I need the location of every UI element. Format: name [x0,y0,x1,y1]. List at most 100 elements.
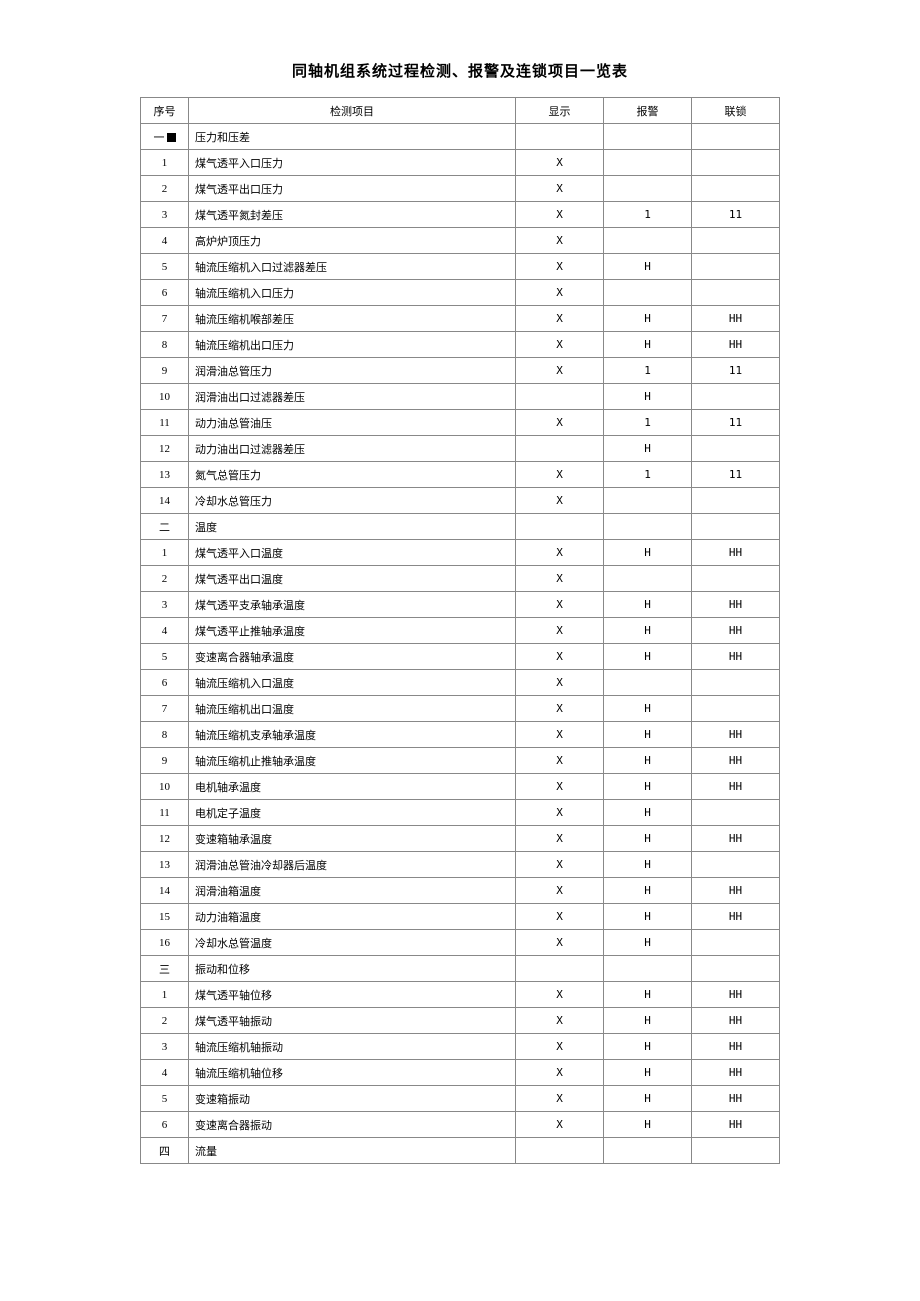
cell-item: 煤气透平入口温度 [189,540,516,566]
cell-sn: 3 [141,592,189,618]
cell-disp: X [516,176,604,202]
table-row: 6轴流压缩机入口压力X [141,280,780,306]
table-row: 5轴流压缩机入口过滤器差压XH [141,254,780,280]
cell-sn: 1 [141,982,189,1008]
cell-item: 煤气透平入口压力 [189,150,516,176]
table-row: 11动力油总管油压X111 [141,410,780,436]
table-row: 8轴流压缩机支承轴承温度XHHH [141,722,780,748]
table-row: 15动力油箱温度XHHH [141,904,780,930]
cell-disp: X [516,852,604,878]
cell-item: 氮气总管压力 [189,462,516,488]
table-row: 14冷却水总管压力X [141,488,780,514]
cell-lock [692,488,780,514]
table-row: 一压力和压差 [141,124,780,150]
cell-alarm: 1 [604,202,692,228]
cell-item: 轴流压缩机止推轴承温度 [189,748,516,774]
cell-disp: X [516,1008,604,1034]
cell-item: 轴流压缩机支承轴承温度 [189,722,516,748]
table-row: 7轴流压缩机喉部差压XHHH [141,306,780,332]
cell-sn: 12 [141,826,189,852]
cell-disp: X [516,280,604,306]
table-row: 4轴流压缩机轴位移XHHH [141,1060,780,1086]
cell-lock: HH [692,1086,780,1112]
table-row: 三振动和位移 [141,956,780,982]
inspection-table: 序号 检测项目 显示 报警 联锁 一压力和压差1煤气透平入口压力X2煤气透平出口… [140,97,780,1164]
cell-sn: 16 [141,930,189,956]
document-page: 同轴机组系统过程检测、报警及连锁项目一览表 序号 检测项目 显示 报警 联锁 一… [0,60,920,1164]
cell-lock: HH [692,982,780,1008]
cell-alarm [604,176,692,202]
cell-sn: 二 [141,514,189,540]
cell-item: 冷却水总管压力 [189,488,516,514]
cell-sn: 三 [141,956,189,982]
cell-alarm: H [604,696,692,722]
cell-disp: X [516,982,604,1008]
cell-sn: 11 [141,410,189,436]
cell-sn: 9 [141,358,189,384]
cell-lock [692,670,780,696]
cell-lock [692,930,780,956]
cell-lock: 11 [692,410,780,436]
cell-sn: 14 [141,488,189,514]
table-row: 12动力油出口过滤器差压H [141,436,780,462]
cell-item: 轴流压缩机出口压力 [189,332,516,358]
cell-alarm: H [604,436,692,462]
cell-sn: 1 [141,150,189,176]
cell-lock: HH [692,1060,780,1086]
cell-disp: X [516,696,604,722]
cell-item: 润滑油出口过滤器差压 [189,384,516,410]
cell-lock [692,1138,780,1164]
cell-alarm: H [604,384,692,410]
cell-item: 煤气透平轴振动 [189,1008,516,1034]
cell-lock [692,150,780,176]
cell-alarm: H [604,1008,692,1034]
cell-sn: 8 [141,332,189,358]
cell-sn: 14 [141,878,189,904]
cell-lock: HH [692,306,780,332]
cell-alarm: H [604,306,692,332]
cell-lock: HH [692,826,780,852]
cell-item: 压力和压差 [189,124,516,150]
cell-disp: X [516,670,604,696]
cell-disp [516,1138,604,1164]
cell-alarm [604,488,692,514]
cell-alarm: H [604,1086,692,1112]
cell-disp: X [516,774,604,800]
cell-sn: 4 [141,228,189,254]
cell-item: 变速箱轴承温度 [189,826,516,852]
cell-item: 煤气透平氮封差压 [189,202,516,228]
cell-item: 动力油总管油压 [189,410,516,436]
cell-disp: X [516,800,604,826]
table-row: 4高炉炉顶压力X [141,228,780,254]
cell-item: 振动和位移 [189,956,516,982]
table-header-row: 序号 检测项目 显示 报警 联锁 [141,98,780,124]
cell-disp: X [516,904,604,930]
table-row: 1煤气透平入口温度XHHH [141,540,780,566]
col-header-disp: 显示 [516,98,604,124]
cell-sn: 5 [141,1086,189,1112]
cell-alarm [604,124,692,150]
cell-item: 变速离合器振动 [189,1112,516,1138]
cell-disp [516,956,604,982]
table-row: 9润滑油总管压力X111 [141,358,780,384]
cell-alarm: H [604,1112,692,1138]
cell-alarm: H [604,254,692,280]
cell-disp: X [516,540,604,566]
cell-disp: X [516,150,604,176]
cell-sn: 15 [141,904,189,930]
cell-sn: 2 [141,566,189,592]
table-row: 11电机定子温度XH [141,800,780,826]
cell-disp: X [516,748,604,774]
cell-disp: X [516,358,604,384]
cell-alarm [604,514,692,540]
cell-lock [692,280,780,306]
cell-sn: 8 [141,722,189,748]
cell-alarm: H [604,332,692,358]
cell-lock: HH [692,904,780,930]
table-row: 1煤气透平轴位移XHHH [141,982,780,1008]
table-row: 3煤气透平氮封差压X111 [141,202,780,228]
cell-disp [516,384,604,410]
cell-disp [516,514,604,540]
cell-alarm: H [604,800,692,826]
cell-lock: HH [692,540,780,566]
